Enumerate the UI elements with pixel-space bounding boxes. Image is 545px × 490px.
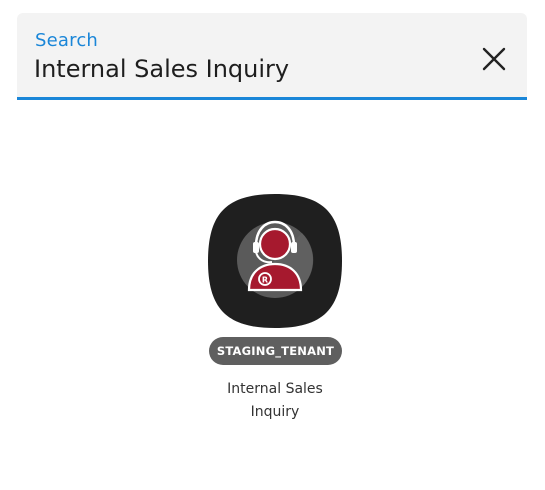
search-input[interactable]: Internal Sales Inquiry	[34, 55, 289, 83]
app-tile[interactable]: R STAGING_TENANT Internal Sales Inquiry	[205, 190, 345, 430]
clear-search-button[interactable]	[478, 43, 510, 75]
close-icon	[482, 47, 506, 71]
app-icon[interactable]: R	[208, 194, 342, 328]
tenant-badge: STAGING_TENANT	[209, 337, 342, 365]
search-label: Search	[35, 30, 99, 51]
support-agent-icon: R	[208, 194, 342, 328]
svg-text:R: R	[262, 276, 268, 285]
search-box[interactable]: Search Internal Sales Inquiry	[17, 13, 527, 100]
app-name[interactable]: Internal Sales Inquiry	[205, 378, 345, 424]
